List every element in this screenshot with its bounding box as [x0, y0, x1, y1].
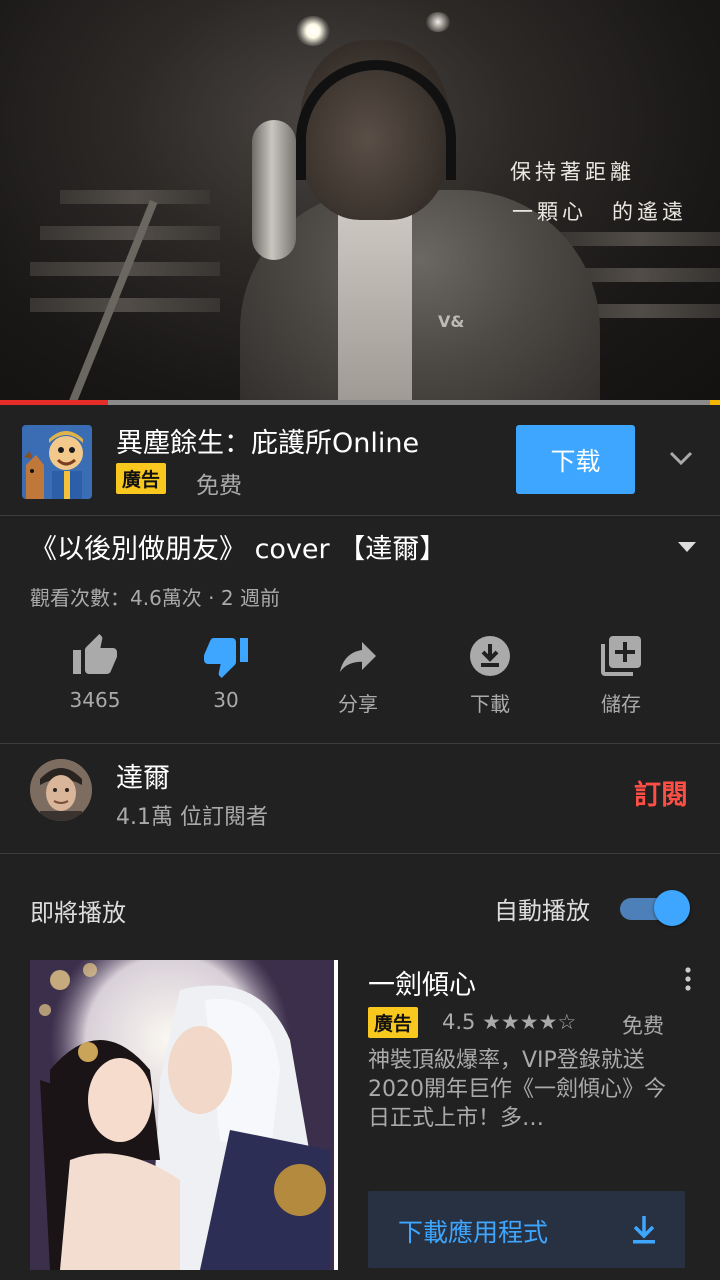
studio-slat [30, 298, 220, 312]
ad-title[interactable]: 異塵餘生：庇護所Online [116, 421, 419, 460]
download-button[interactable]: 下載 [425, 632, 555, 717]
save-label: 儲存 [601, 692, 641, 716]
video-meta: 觀看次數：4.6萬次 · 2 週前 [30, 586, 280, 610]
divider [0, 515, 720, 516]
divider [0, 853, 720, 854]
channel-name[interactable]: 達爾 [116, 756, 170, 795]
subscribe-button[interactable]: 訂閱 [634, 773, 688, 812]
autoplay-label: 自動播放 [494, 897, 590, 925]
ad-banner[interactable]: 異塵餘生：庇護所Online 廣告 免费 下载 [0, 405, 720, 515]
video-player[interactable]: V& 保持著距離 一顆心 的遙遠 [0, 0, 720, 405]
toggle-knob [654, 890, 690, 926]
recommended-ad-badge: 廣告 [368, 1007, 419, 1038]
download-icon [470, 636, 510, 676]
ad-price: 免费 [196, 473, 242, 499]
rating-value: 4.5 [442, 1010, 476, 1034]
microphone [252, 120, 296, 260]
install-app-label: 下載應用程式 [398, 1218, 549, 1247]
studio-light [426, 12, 450, 32]
recommended-price: 免费 [622, 1014, 664, 1038]
like-button[interactable]: 3465 [30, 632, 160, 712]
studio-light [296, 16, 330, 46]
recommended-thumbnail[interactable] [30, 960, 338, 1270]
share-button[interactable]: 分享 [293, 632, 423, 717]
video-title[interactable]: 《以後別做朋友》 cover 【達爾】 [30, 527, 446, 566]
lyric-line-1: 保持著距離 [510, 160, 635, 184]
share-label: 分享 [338, 692, 378, 716]
save-button[interactable]: 儲存 [556, 632, 686, 717]
singer-tshirt [338, 200, 412, 405]
subscriber-count: 4.1萬 位訂閱者 [116, 805, 268, 830]
shirt-logo: V& [438, 312, 465, 331]
recommended-rating: 4.5 ★★★★☆ [442, 1010, 576, 1034]
download-arrow-icon [633, 1216, 655, 1244]
dislike-count: 30 [213, 688, 239, 712]
expand-description-icon[interactable] [676, 540, 698, 554]
chevron-down-icon[interactable] [666, 447, 696, 469]
lyric-line-2: 一顆心 的遙遠 [512, 200, 687, 224]
download-label: 下載 [470, 692, 510, 716]
up-next-label: 即將播放 [30, 899, 126, 927]
install-app-button[interactable]: 下載應用程式 [368, 1191, 685, 1268]
rating-stars-icon: ★★★★☆ [482, 1010, 577, 1034]
thumbs-down-icon [204, 638, 248, 678]
dislike-button[interactable]: 30 [161, 632, 291, 712]
ad-badge: 廣告 [116, 463, 167, 494]
autoplay-toggle[interactable] [620, 890, 690, 926]
ad-download-button[interactable]: 下载 [516, 425, 635, 494]
share-icon [340, 642, 376, 672]
studio-slat [40, 226, 220, 240]
like-count: 3465 [69, 688, 121, 712]
recommended-description: 神裝頂級爆率，VIP登錄就送 2020開年巨作《一劍傾心》今日正式上市！多… [368, 1048, 666, 1131]
save-playlist-icon [601, 636, 641, 676]
more-vert-icon[interactable] [682, 966, 694, 992]
game-app-icon [22, 425, 92, 499]
recommended-title[interactable]: 一劍傾心 [368, 963, 476, 1002]
studio-slat [60, 190, 210, 204]
channel-avatar[interactable] [30, 759, 92, 821]
divider [0, 743, 720, 744]
thumbs-up-icon [73, 634, 117, 674]
studio-slat [560, 232, 720, 246]
